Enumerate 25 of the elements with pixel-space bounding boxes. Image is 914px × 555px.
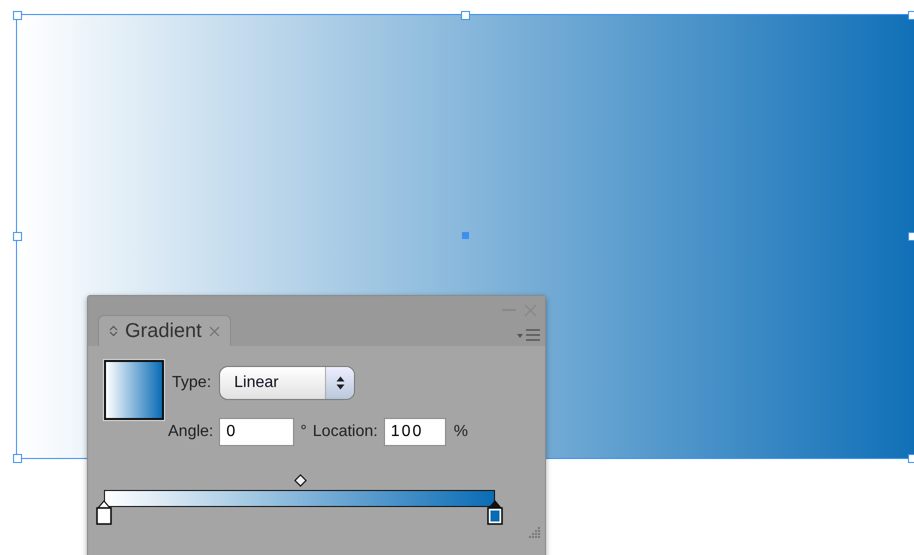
selection-handle[interactable] bbox=[13, 454, 22, 463]
location-label: Location: bbox=[312, 423, 378, 441]
angle-field[interactable]: 0 bbox=[219, 418, 294, 446]
gradient-ramp[interactable] bbox=[104, 490, 495, 507]
gradient-swatch[interactable] bbox=[104, 360, 164, 420]
location-field[interactable]: 100 bbox=[384, 418, 446, 446]
up-down-icon bbox=[109, 325, 118, 337]
selection-handle[interactable] bbox=[13, 11, 22, 20]
angle-label: Angle: bbox=[168, 423, 214, 441]
selection-handle[interactable] bbox=[13, 232, 22, 241]
percent-sign: % bbox=[454, 423, 468, 441]
color-stop[interactable] bbox=[95, 500, 113, 526]
up-down-icon bbox=[336, 375, 345, 391]
midpoint-diamond[interactable] bbox=[294, 474, 306, 487]
type-dropdown[interactable]: Linear bbox=[219, 366, 356, 400]
resize-grip-icon[interactable] bbox=[527, 526, 541, 540]
tab-label: Gradient bbox=[125, 320, 202, 342]
panel-tab[interactable]: Gradient bbox=[98, 315, 231, 346]
close-icon[interactable] bbox=[208, 326, 220, 336]
selection-handle[interactable] bbox=[461, 11, 470, 20]
panel-menu-icon[interactable] bbox=[515, 328, 541, 344]
color-stop[interactable] bbox=[486, 500, 504, 526]
degree-sign: ° bbox=[300, 423, 307, 441]
center-point bbox=[462, 232, 469, 239]
type-label: Type: bbox=[172, 374, 212, 392]
